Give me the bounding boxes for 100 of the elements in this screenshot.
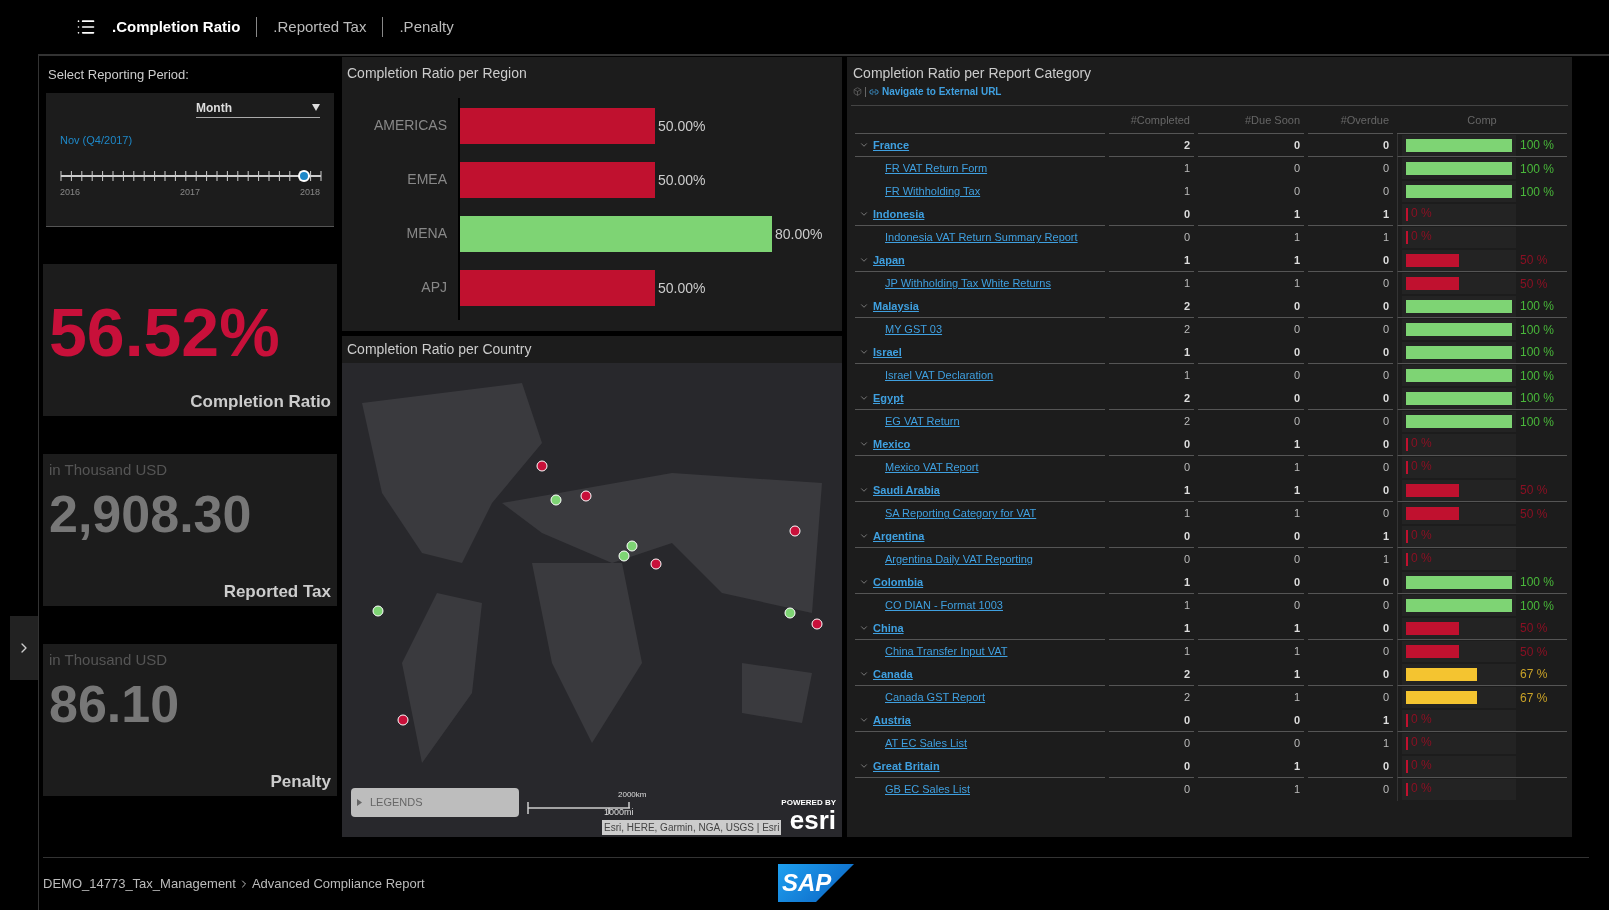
count-cell: 1	[1382, 553, 1389, 566]
expand-caret-icon[interactable]	[859, 715, 869, 725]
count-cell: 2	[1183, 138, 1190, 151]
category-link[interactable]: Malaysia	[873, 297, 919, 315]
count-cell: 1	[1293, 437, 1300, 450]
expand-caret-icon[interactable]	[859, 669, 869, 679]
year-label: 2018	[299, 186, 320, 199]
count-cell: 1	[1293, 783, 1300, 796]
category-link[interactable]: Austria	[873, 711, 911, 729]
category-link[interactable]: Israel	[873, 343, 902, 361]
category-link[interactable]: GB EC Sales List	[885, 781, 970, 798]
count-cell: 0	[1382, 575, 1389, 588]
count-cell: 0	[1382, 759, 1389, 772]
panel-title: Completion Ratio per Report Category	[852, 64, 1093, 83]
ratio-text: 50 %	[1520, 252, 1548, 269]
category-link[interactable]: Mexico VAT Report	[885, 459, 979, 476]
slider-thumb[interactable]	[297, 170, 310, 182]
category-link[interactable]: Israel VAT Declaration	[885, 367, 994, 384]
expand-caret-icon[interactable]	[859, 255, 869, 265]
expand-caret-icon[interactable]	[859, 393, 869, 403]
ratio-text: 100 %	[1520, 160, 1555, 178]
ratio-text: 100 %	[1520, 298, 1555, 315]
count-cell: 2	[1183, 299, 1190, 312]
category-link[interactable]: JP Withholding Tax White Returns	[885, 275, 1051, 292]
legends-button[interactable]: LEGENDS	[351, 788, 519, 817]
count-cell: 0	[1382, 691, 1389, 704]
category-link[interactable]: AT EC Sales List	[885, 735, 968, 752]
category-link[interactable]: France	[873, 136, 910, 154]
panel-title: Completion Ratio per Region	[347, 64, 528, 83]
category-link[interactable]: Indonesia VAT Return Summary Report	[885, 229, 1078, 246]
category-link[interactable]: Egypt	[873, 389, 904, 407]
column-header: #Completed	[1130, 114, 1190, 127]
breadcrumb-current: Advanced Compliance Report	[251, 875, 425, 894]
ratio-text: 67 %	[1520, 666, 1548, 683]
count-cell: 0	[1382, 667, 1389, 680]
expand-caret-icon[interactable]	[859, 577, 869, 587]
sap-logo: SAP	[778, 864, 854, 902]
ratio-text: 0 %	[1411, 459, 1432, 474]
count-cell: 0	[1293, 737, 1300, 750]
count-cell: 2	[1183, 391, 1190, 404]
granularity-dropdown[interactable]: Month	[196, 98, 320, 118]
category-link[interactable]: Mexico	[873, 435, 911, 453]
count-cell: 1	[1382, 207, 1389, 220]
count-cell: 2	[1183, 415, 1190, 428]
category-link[interactable]: Argentina	[873, 527, 925, 545]
count-cell: 0	[1382, 391, 1389, 404]
year-label: 2017	[180, 186, 200, 199]
category-link[interactable]: SA Reporting Category for VAT	[885, 505, 1037, 522]
external-url-link[interactable]: Navigate to External URL	[882, 84, 1002, 99]
expand-caret-icon[interactable]	[859, 485, 869, 495]
count-cell: 0	[1183, 553, 1190, 566]
expand-caret-icon[interactable]	[859, 531, 869, 541]
count-cell: 0	[1293, 323, 1300, 336]
count-cell: 1	[1293, 277, 1300, 290]
count-cell: 1	[1293, 667, 1300, 680]
ratio-text: 50 %	[1520, 505, 1548, 523]
category-link[interactable]: FR Withholding Tax	[885, 183, 981, 200]
count-cell: 0	[1293, 415, 1300, 428]
count-cell: 0	[1382, 415, 1389, 428]
value-label: 50.00%	[658, 172, 706, 188]
count-cell: 1	[1183, 162, 1190, 175]
category-link[interactable]: FR VAT Return Form	[885, 160, 988, 177]
count-cell: 0	[1382, 507, 1389, 520]
count-cell: 2	[1183, 323, 1190, 336]
nav-tab[interactable]: .Completion Ratio	[112, 15, 241, 39]
link-icon	[869, 86, 879, 97]
expand-caret-icon[interactable]	[859, 347, 869, 357]
nav-tab[interactable]: .Penalty	[399, 15, 454, 39]
category-link[interactable]: EG VAT Return	[885, 413, 960, 430]
expand-caret-icon[interactable]	[859, 761, 869, 771]
category-link[interactable]: CO DIAN - Format 1003	[885, 597, 1003, 614]
menu-icon[interactable]	[76, 17, 96, 37]
category-link[interactable]: MY GST 03	[885, 321, 943, 338]
count-cell: 1	[1183, 253, 1190, 266]
expand-caret-icon[interactable]	[859, 140, 869, 150]
expand-triangle-icon	[357, 799, 362, 806]
count-cell: 2	[1183, 667, 1190, 680]
count-cell: 0	[1293, 185, 1300, 198]
category-link[interactable]: Saudi Arabia	[873, 481, 940, 499]
category-link[interactable]: China	[873, 619, 904, 637]
count-cell: 1	[1293, 483, 1300, 496]
category-link[interactable]: Indonesia	[873, 205, 925, 223]
expand-caret-icon[interactable]	[859, 623, 869, 633]
expand-caret-icon[interactable]	[859, 301, 869, 311]
category-link[interactable]: Argentina Daily VAT Reporting	[885, 551, 1033, 568]
esri-logo: POWERED BY esri	[781, 799, 836, 833]
count-cell: 1	[1183, 277, 1190, 290]
category-link[interactable]: Canada GST Report	[885, 689, 986, 706]
breadcrumb-link[interactable]: DEMO_14773_Tax_Management	[43, 874, 236, 894]
category-link[interactable]: Great Britain	[873, 757, 940, 775]
category-link[interactable]: Colombia	[873, 573, 924, 591]
category-link[interactable]: China Transfer Input VAT	[885, 643, 1008, 660]
expand-caret-icon[interactable]	[859, 209, 869, 219]
category-link[interactable]: Canada	[873, 665, 913, 683]
expand-caret-icon[interactable]	[859, 439, 869, 449]
kpi-label: Completion Ratio	[190, 390, 331, 413]
count-cell: 0	[1293, 713, 1300, 726]
selected-period: Nov (Q4/2017)	[60, 132, 134, 148]
category-link[interactable]: Japan	[873, 251, 905, 269]
nav-tab[interactable]: .Reported Tax	[273, 15, 367, 39]
